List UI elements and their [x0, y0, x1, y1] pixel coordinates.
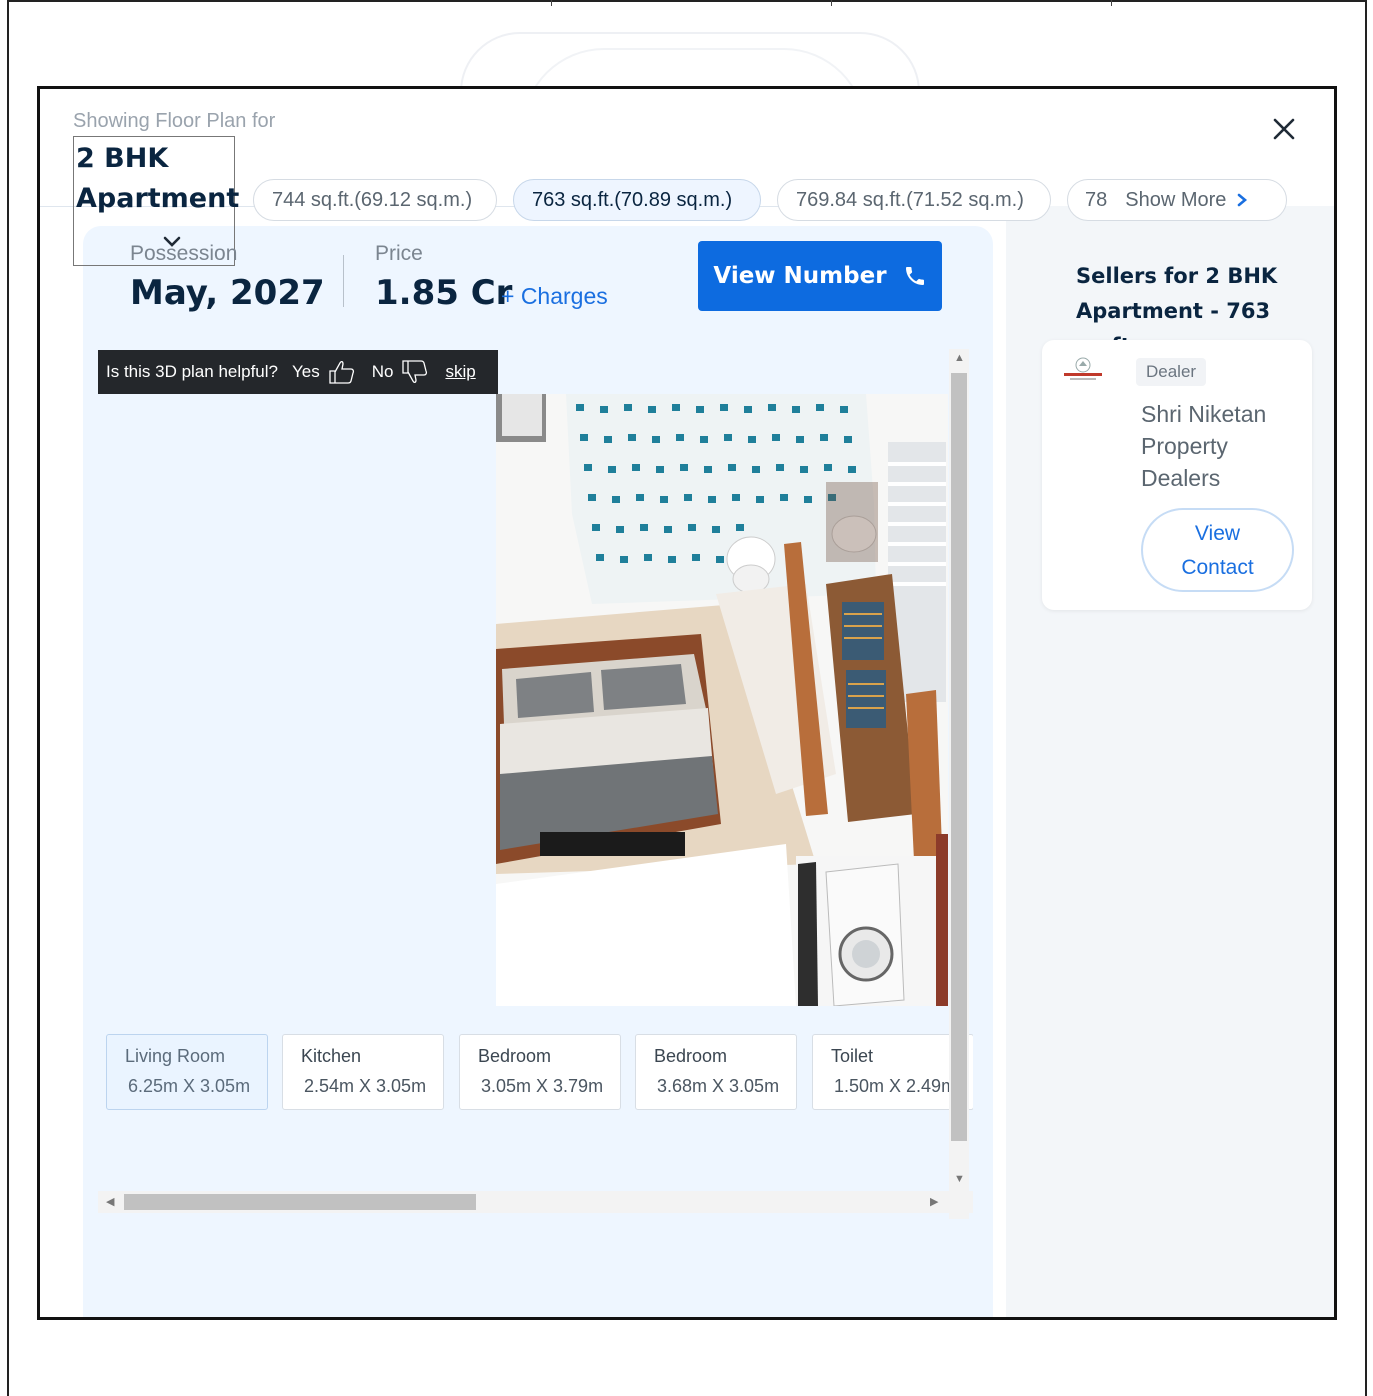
dealer-badge: Dealer — [1136, 358, 1207, 386]
chevron-down-icon[interactable] — [163, 233, 181, 251]
plan-feedback-bar: Is this 3D plan helpful? Yes No skip — [98, 350, 498, 394]
show-more-button[interactable]: Show More — [1125, 189, 1248, 212]
3d-floor-plan-image — [496, 394, 948, 1006]
view-contact-label-line1: View — [1194, 522, 1241, 545]
room-name: Bedroom — [478, 1046, 552, 1066]
room-name: Kitchen — [301, 1046, 362, 1066]
top-divider — [551, 0, 552, 6]
background-globe-watermark — [460, 32, 920, 92]
possession-label: Possession — [130, 242, 238, 265]
room-dimensions: 2.54m X 3.05m — [304, 1076, 427, 1096]
area-option-763[interactable]: 763 sq.ft.(70.89 sq.m.) — [513, 179, 761, 221]
room-name: Bedroom — [654, 1046, 728, 1066]
vertical-scrollbar[interactable]: ▲ ▼ — [949, 349, 969, 1219]
top-divider — [831, 0, 832, 6]
room-card-kitchen[interactable]: Kitchen 2.54m X 3.05m — [282, 1034, 444, 1110]
summary-divider — [343, 255, 344, 307]
price-value: 1.85 Cr — [375, 273, 513, 313]
thumbs-down-icon[interactable] — [401, 359, 429, 385]
area-option-744[interactable]: 744 sq.ft.(69.12 sq.m.) — [253, 179, 497, 221]
room-dimensions: 3.05m X 3.79m — [481, 1076, 604, 1096]
price-label: Price — [375, 242, 423, 265]
feedback-yes[interactable]: Yes — [292, 362, 320, 382]
room-card-living-room[interactable]: Living Room 6.25m X 3.05m — [106, 1034, 268, 1110]
config-title-line2: Apartment — [76, 183, 240, 214]
showing-label: Showing Floor Plan for — [73, 110, 276, 132]
room-dimensions: 3.68m X 3.05m — [657, 1076, 780, 1096]
scroll-right-arrow-icon[interactable]: ▶ — [930, 1195, 938, 1208]
vertical-scroll-thumb[interactable] — [951, 373, 967, 1141]
scroll-down-arrow-icon[interactable]: ▼ — [954, 1173, 965, 1185]
area-option-769[interactable]: 769.84 sq.ft.(71.52 sq.m.) — [777, 179, 1051, 221]
room-card-bedroom[interactable]: Bedroom 3.68m X 3.05m — [635, 1034, 797, 1110]
horizontal-scroll-thumb[interactable] — [124, 1194, 476, 1210]
possession-value: May, 2027 — [130, 273, 325, 313]
floor-plan-modal: Showing Floor Plan for 2 BHK Apartment 7… — [37, 86, 1337, 1320]
scroll-left-arrow-icon[interactable]: ◀ — [106, 1195, 114, 1208]
feedback-question: Is this 3D plan helpful? — [106, 362, 278, 381]
scroll-up-arrow-icon[interactable]: ▲ — [954, 352, 965, 364]
phone-icon — [903, 264, 927, 288]
chevron-right-icon — [1238, 193, 1248, 207]
thumbs-up-icon[interactable] — [328, 359, 356, 385]
floor-plan-scroll-area[interactable]: Is this 3D plan helpful? Yes No skip Liv… — [98, 346, 973, 1216]
view-contact-label-line2: Contact — [1181, 556, 1254, 579]
top-divider — [1111, 0, 1112, 6]
close-button[interactable] — [1266, 111, 1302, 147]
close-icon — [1273, 118, 1295, 140]
feedback-no[interactable]: No — [372, 362, 394, 382]
room-name: Living Room — [125, 1046, 226, 1066]
room-dimensions: 6.25m X 3.05m — [128, 1076, 251, 1096]
room-card-bedroom[interactable]: Bedroom 3.05m X 3.79m — [459, 1034, 621, 1110]
seller-name: Shri Niketan Property Dealers — [1141, 401, 1267, 491]
feedback-skip[interactable]: skip — [445, 362, 475, 382]
show-more-label: Show More — [1125, 188, 1227, 211]
view-contact-button[interactable]: View Contact — [1141, 508, 1294, 592]
seller-card: Dealer Shri Niketan Property Dealers Vie… — [1042, 340, 1312, 610]
horizontal-scrollbar[interactable]: ◀ ▶ — [98, 1191, 973, 1213]
view-number-button[interactable]: View Number — [698, 241, 942, 311]
view-number-label: View Number — [713, 263, 887, 289]
config-title-line1: 2 BHK — [76, 143, 169, 174]
charges-link[interactable]: + Charges — [501, 283, 608, 310]
area-option-78[interactable]: 78 Show More — [1067, 179, 1287, 221]
area-option-78-label: 78 — [1085, 188, 1108, 211]
seller-logo — [1062, 356, 1104, 384]
